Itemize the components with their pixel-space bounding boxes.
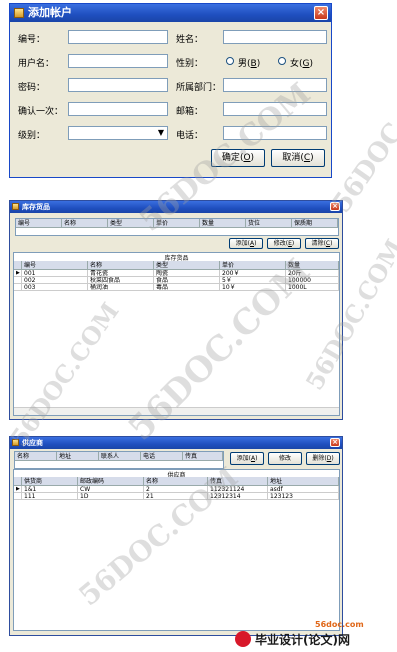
level-select[interactable]: ▼ [68, 126, 168, 140]
dialog-titlebar: 添加帐户 × [10, 4, 331, 22]
footer-brand: 毕业设计(论文)网 [255, 633, 350, 647]
inventory-grid-col-0: 编号 [22, 261, 88, 270]
inventory-input-col-0: 编号 [16, 219, 62, 228]
password-input[interactable] [68, 78, 168, 92]
level-label: 级别： [18, 131, 46, 141]
watermark: 56DOC.COM [326, 51, 397, 219]
table-cell[interactable]: 1&1 [22, 486, 78, 493]
row-header-corner [14, 477, 22, 486]
app-icon [12, 203, 19, 210]
supplier-add-button[interactable]: 添加(A) [230, 452, 264, 465]
id-label: 编号： [18, 35, 46, 45]
inventory-grid-col-1: 名称 [88, 261, 154, 270]
department-label: 所属部门： [176, 83, 222, 93]
supplier-input-col-2: 联系人 [99, 452, 141, 461]
current-row-arrow-icon: ▶ [14, 486, 22, 493]
table-cell[interactable]: 003 [22, 284, 88, 291]
table-cell[interactable]: 002 [22, 277, 88, 284]
inventory-delete-button[interactable]: 清除(C) [305, 238, 339, 249]
dropdown-arrow-icon[interactable]: ▼ [158, 128, 164, 137]
row-header [14, 277, 22, 284]
name-input[interactable] [223, 30, 327, 44]
gender-label: 性别： [176, 59, 204, 69]
table-cell[interactable]: 123123 [268, 493, 339, 500]
footer-site: 56doc.com [315, 620, 364, 629]
supplier-edit-button[interactable]: 修改 [268, 452, 302, 465]
username-label: 用户名： [18, 59, 55, 69]
row-header [14, 493, 22, 500]
department-input[interactable] [223, 78, 327, 92]
table-cell[interactable]: 食品 [154, 277, 220, 284]
inventory-input-col-1: 名称 [62, 219, 108, 228]
footer-logo: 56doc.com 毕业设计(论文)网 [233, 620, 393, 650]
inventory-input-col-6: 保质期 [292, 219, 338, 228]
inventory-input-col-4: 数量 [200, 219, 246, 228]
table-cell[interactable]: 桶润油 [88, 284, 154, 291]
close-icon[interactable]: × [314, 6, 328, 20]
table-cell[interactable]: 秋菜四食品 [88, 277, 154, 284]
supplier-input-col-4: 传真 [183, 452, 223, 461]
app-icon [14, 8, 24, 18]
supplier-delete-button[interactable]: 删除(D) [306, 452, 340, 465]
inventory-edit-button[interactable]: 修改(E) [267, 238, 301, 249]
confirm-password-label: 确认一次： [18, 107, 64, 117]
male-radio-label: 男(B) [238, 59, 261, 69]
supplier-input-row[interactable]: 名称 地址 联系人 电话 传真 [14, 451, 224, 469]
id-input[interactable] [68, 30, 168, 44]
female-radio[interactable] [278, 57, 286, 65]
supplier-grid-col-4: 地址 [268, 477, 339, 486]
supplier-input-col-0: 名称 [15, 452, 57, 461]
cancel-button[interactable]: 取消(C) [271, 149, 325, 167]
female-radio-label: 女(G) [290, 59, 314, 69]
row-header [14, 284, 22, 291]
confirm-password-input[interactable] [68, 102, 168, 116]
current-row-arrow-icon: ▶ [14, 270, 22, 277]
close-icon[interactable]: × [330, 438, 340, 447]
email-label: 邮箱： [176, 107, 204, 117]
table-cell[interactable]: 毒品 [154, 284, 220, 291]
supplier-grid[interactable]: 供应商 供货商 邮政编码 名称 传真 地址 ▶ 1&1 CW 2 1123211… [13, 469, 340, 631]
table-cell[interactable]: CW [78, 486, 144, 493]
inventory-title: 库存货品 [22, 203, 50, 211]
supplier-titlebar: 供应商 × [10, 437, 342, 449]
table-cell[interactable]: 1D [78, 493, 144, 500]
row-header-corner [14, 261, 22, 270]
logo-mark-icon [235, 631, 251, 647]
supplier-input-col-3: 电话 [141, 452, 183, 461]
password-label: 密码： [18, 83, 46, 93]
inventory-grid-col-2: 类型 [154, 261, 220, 270]
inventory-input-col-5: 货位 [246, 219, 292, 228]
supplier-grid-col-1: 邮政编码 [78, 477, 144, 486]
table-cell[interactable]: 001 [22, 270, 88, 277]
table-cell[interactable]: 陶瓷 [154, 270, 220, 277]
name-label: 姓名： [176, 35, 204, 45]
inventory-add-button[interactable]: 添加(A) [229, 238, 263, 249]
table-cell[interactable]: asdf [268, 486, 339, 493]
username-input[interactable] [68, 54, 168, 68]
table-cell[interactable]: 111 [22, 493, 78, 500]
table-cell[interactable]: 青花瓷 [88, 270, 154, 277]
dialog-title: 添加帐户 [28, 6, 72, 19]
phone-label: 电话： [176, 131, 204, 141]
supplier-input-col-1: 地址 [57, 452, 99, 461]
male-radio[interactable] [226, 57, 234, 65]
supplier-grid-col-0: 供货商 [22, 477, 78, 486]
